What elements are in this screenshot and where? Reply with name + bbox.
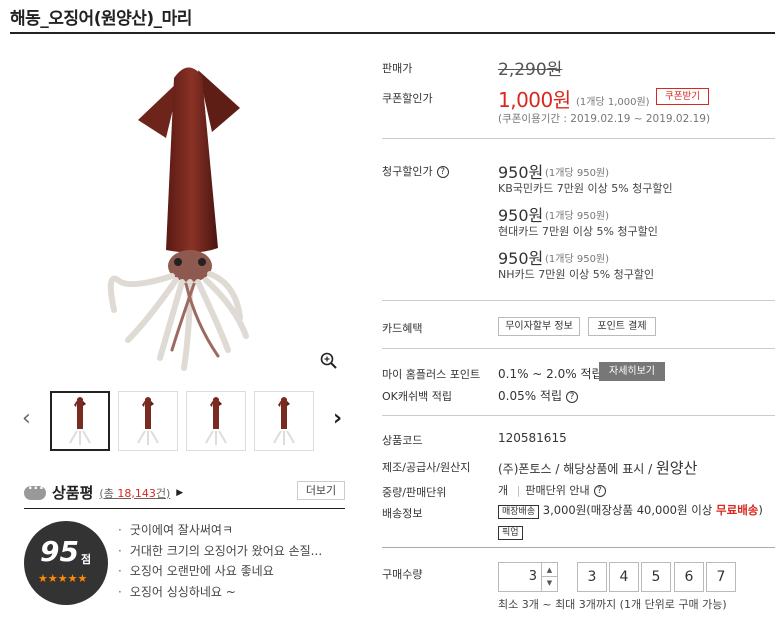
- help-icon[interactable]: ?: [436, 166, 449, 178]
- quantity-down-icon[interactable]: ▼: [542, 577, 557, 590]
- billing-desc-1: KB국민카드 7만원 이상 5% 청구할인: [498, 182, 673, 195]
- okcashbag-value-text: 0.05% 적립: [498, 389, 563, 403]
- pickup-tag-wrap: 픽업: [498, 520, 523, 540]
- point-payment-button[interactable]: 포인트 결제: [588, 317, 656, 336]
- manufacturer-label: 제조/공급사/원산지: [382, 461, 471, 474]
- quantity-arrows[interactable]: ▲ ▼: [541, 563, 557, 591]
- review-item[interactable]: 오징어 싱싱하네요 ~: [118, 583, 322, 604]
- review-count-suffix: 건): [155, 486, 171, 500]
- free-shipping-text: 무료배송: [716, 503, 759, 517]
- thumbnail-1[interactable]: [50, 391, 110, 451]
- thumbnail-squid-image: [137, 397, 159, 445]
- review-count[interactable]: (총 18,143건): [99, 485, 170, 501]
- review-count-prefix: (총: [99, 486, 118, 500]
- title-divider: [10, 32, 775, 34]
- billing-unit-3: (1개당 950원): [545, 254, 610, 265]
- thumbnail-squid-image: [205, 397, 227, 445]
- review-score-unit: 점: [81, 553, 92, 566]
- billing-discount-label-text: 청구할인가: [382, 165, 433, 178]
- unit-separator: |: [516, 484, 521, 497]
- thumbnail-squid-image: [69, 397, 91, 445]
- okcashbag-label: OK캐쉬백 적립: [382, 390, 452, 403]
- billing-desc-2: 현대카드 7만원 이상 5% 청구할인: [498, 225, 658, 238]
- billing-discount-label: 청구할인가?: [382, 163, 449, 179]
- shipping-value: 매장배송 3,000원(매장상품 40,000원 이상 무료배송): [498, 502, 763, 519]
- thumbnail-squid-image: [273, 397, 295, 445]
- card-benefit-label: 카드혜택: [382, 322, 423, 335]
- shipping-text: 3,000원(매장상품 40,000원 이상: [542, 503, 713, 517]
- manufacturer-value: (주)폰토스 / 해당상품에 표시 / 원양산: [498, 457, 697, 478]
- quantity-stepper[interactable]: 3 ▲ ▼: [498, 562, 558, 592]
- original-price: 2,290원: [498, 60, 563, 80]
- coupon-price-label: 쿠폰할인가: [382, 92, 433, 105]
- review-count-number: 18,143: [117, 486, 156, 500]
- quantity-up-icon[interactable]: ▲: [542, 563, 557, 577]
- coupon-period: (쿠폰이용기간 : 2019.02.19 ~ 2019.02.19): [498, 113, 711, 125]
- homeplus-point-value: 0.1% ~ 2.0% 적립: [498, 367, 603, 381]
- product-title: 해동_오징어(원양산)_마리: [10, 9, 192, 29]
- quantity-option[interactable]: 7: [706, 562, 736, 592]
- help-icon[interactable]: ?: [593, 485, 606, 497]
- divider: [382, 348, 775, 349]
- shipping-label: 배송정보: [382, 507, 423, 520]
- point-detail-button[interactable]: 자세히보기: [599, 362, 665, 381]
- origin-text: 원양산: [655, 459, 698, 477]
- coupon-get-button[interactable]: 쿠폰받기: [656, 88, 709, 105]
- quantity-option[interactable]: 3: [577, 562, 607, 592]
- okcashbag-value: 0.05% 적립?: [498, 387, 579, 404]
- manufacturer-text: (주)폰토스 / 해당상품에 표시 /: [498, 462, 653, 476]
- rating-stars-icon: ★★★★★: [38, 572, 88, 585]
- product-image: [107, 67, 249, 371]
- quantity-option[interactable]: 6: [674, 562, 704, 592]
- quantity-value[interactable]: 3: [529, 569, 537, 584]
- price-label: 판매가: [382, 62, 413, 75]
- review-list: 굿이에여 잘사써여ㅋ 거대한 크기의 오징어가 왔어요 손질... 오징어 오랜…: [118, 521, 322, 603]
- store-delivery-tag: 매장배송: [498, 505, 540, 519]
- zoom-icon[interactable]: [320, 352, 338, 370]
- unit-text: 개: [498, 484, 509, 497]
- caret-right-icon[interactable]: ▶: [176, 488, 183, 498]
- coupon-price: 1,000원: [498, 88, 571, 112]
- quantity-option[interactable]: 5: [641, 562, 671, 592]
- divider: [382, 138, 775, 139]
- divider: [382, 300, 775, 301]
- review-score-badge: 95 점 ★★★★★: [24, 521, 108, 605]
- billing-unit-1: (1개당 950원): [545, 168, 610, 179]
- review-more-button[interactable]: 더보기: [297, 481, 345, 500]
- review-item[interactable]: 오징어 오랜만에 사요 좋네요: [118, 562, 322, 583]
- unit-guide-link[interactable]: 판매단위 안내: [525, 484, 589, 497]
- quantity-label: 구매수량: [382, 568, 423, 581]
- gallery-next-arrow[interactable]: ›: [333, 406, 342, 431]
- review-item[interactable]: 거대한 크기의 오징어가 왔어요 손질...: [118, 542, 322, 563]
- billing-unit-2: (1개당 950원): [545, 211, 610, 222]
- billing-desc-3: NH카드 7만원 이상 5% 청구할인: [498, 268, 655, 281]
- product-code-label: 상품코드: [382, 434, 423, 447]
- thumbnail-3[interactable]: [186, 391, 246, 451]
- thumbnail-2[interactable]: [118, 391, 178, 451]
- thumbnail-4[interactable]: [254, 391, 314, 451]
- speech-bubble-icon: [24, 481, 46, 500]
- unit-label: 중량/판매단위: [382, 486, 447, 499]
- review-item[interactable]: 굿이에여 잘사써여ㅋ: [118, 521, 322, 542]
- pickup-tag: 픽업: [498, 526, 523, 540]
- shipping-text-end: ): [758, 503, 763, 517]
- quantity-note: 최소 3개 ~ 최대 3개까지 (1개 단위로 구매 가능): [498, 598, 727, 611]
- homeplus-point-label: 마이 홈플러스 포인트: [382, 368, 481, 381]
- quantity-option[interactable]: 4: [609, 562, 639, 592]
- review-score: 95: [40, 535, 79, 568]
- unit-value: 개 | 판매단위 안내?: [498, 482, 606, 498]
- review-header: 상품평 (총 18,143건) ▶: [24, 481, 183, 503]
- interest-free-info-button[interactable]: 무이자할부 정보: [498, 317, 580, 336]
- help-icon[interactable]: ?: [566, 390, 579, 403]
- review-divider: [24, 508, 345, 509]
- divider: [382, 547, 775, 548]
- product-code: 120581615: [498, 431, 567, 445]
- divider: [382, 415, 775, 416]
- coupon-unit-price: (1개당 1,000원): [576, 97, 650, 108]
- review-title: 상품평: [52, 484, 94, 502]
- gallery-prev-arrow[interactable]: ‹: [22, 406, 31, 431]
